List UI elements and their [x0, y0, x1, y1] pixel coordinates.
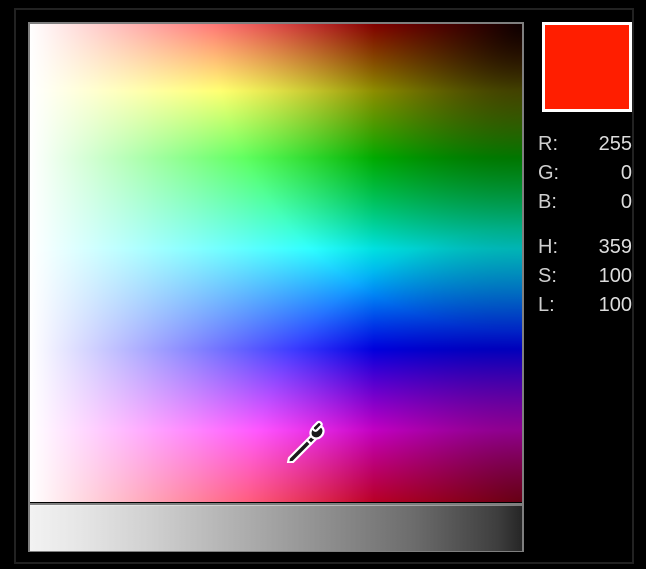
value-r: 255	[586, 132, 632, 157]
color-readouts: R: 255 G: 0 B: 0 H: 359 S: 100 L:	[538, 132, 638, 318]
label-g: G:	[538, 161, 559, 186]
label-h: H:	[538, 235, 558, 260]
value-l: 100	[586, 293, 632, 318]
hue-saturation-gradient	[30, 24, 522, 502]
label-r: R:	[538, 132, 558, 157]
readout-g: G: 0	[538, 161, 632, 186]
value-h: 359	[586, 235, 632, 260]
value-g: 0	[586, 161, 632, 186]
readout-s: S: 100	[538, 264, 632, 289]
readout-h: H: 359	[538, 235, 632, 260]
color-info-sidebar: R: 255 G: 0 B: 0 H: 359 S: 100 L:	[538, 22, 638, 318]
readout-b: B: 0	[538, 190, 632, 215]
label-s: S:	[538, 264, 557, 289]
picker-frame	[28, 22, 524, 552]
readout-l: L: 100	[538, 293, 632, 318]
color-field[interactable]	[30, 24, 522, 502]
value-b: 0	[586, 190, 632, 215]
label-l: L:	[538, 293, 555, 318]
color-picker-panel: R: 255 G: 0 B: 0 H: 359 S: 100 L:	[14, 8, 634, 564]
readout-r: R: 255	[538, 132, 632, 157]
brightness-gradient	[30, 505, 522, 551]
label-b: B:	[538, 190, 557, 215]
value-s: 100	[586, 264, 632, 289]
current-color-swatch[interactable]	[542, 22, 632, 112]
brightness-slider[interactable]	[30, 503, 522, 550]
